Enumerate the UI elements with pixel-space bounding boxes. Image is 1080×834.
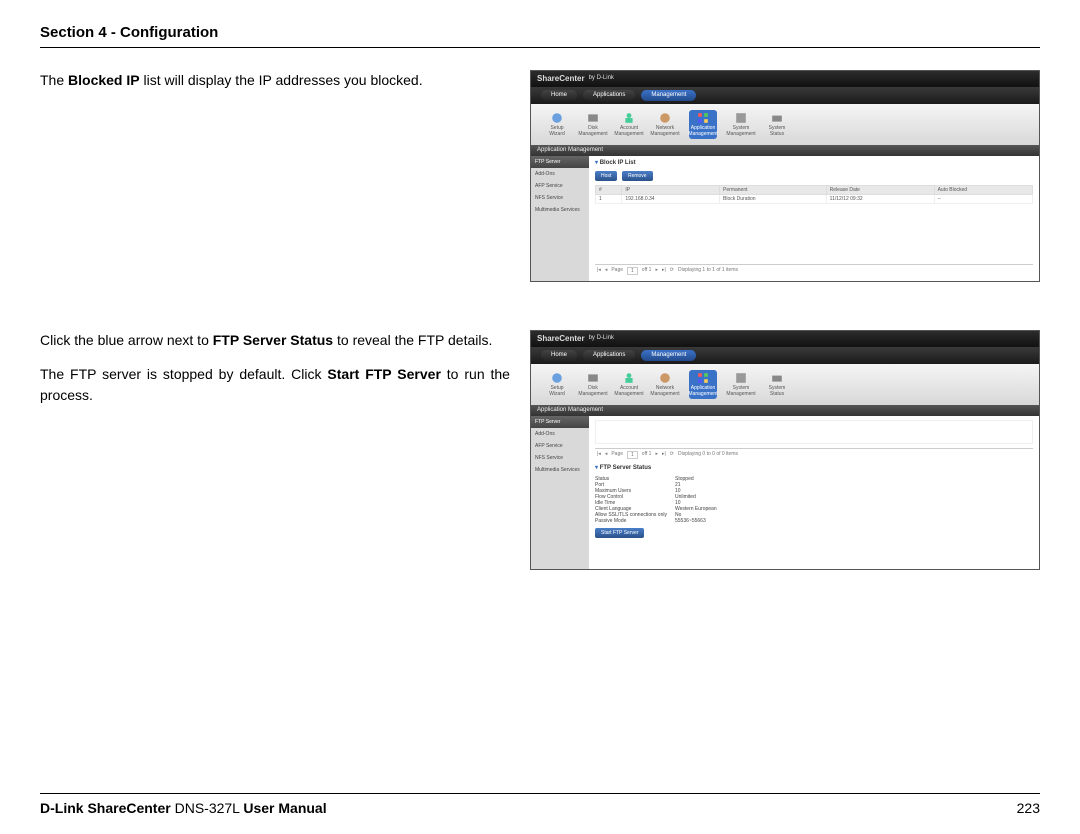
- ftp-status-box: StatusStopped Port21 Maximum Users10 Flo…: [595, 476, 1033, 524]
- icon-system-mgmt[interactable]: System Management: [729, 112, 753, 137]
- col-auto: Auto Blocked: [934, 186, 1032, 195]
- main-panel: Block IP List Host Remove # IP Permanent…: [589, 156, 1039, 281]
- pager-prev-icon[interactable]: ◂: [605, 267, 608, 275]
- sidebar-item-afp[interactable]: AFP Service: [531, 440, 589, 452]
- brand-sub: by D-Link: [589, 335, 614, 342]
- pager-first-icon[interactable]: |◂: [597, 267, 601, 275]
- text: list will display the IP addresses you b…: [140, 72, 423, 88]
- tabbar: Home Applications Management: [531, 347, 1039, 364]
- ftp-server-status-title: FTP Server Status: [595, 465, 1033, 472]
- tab-home[interactable]: Home: [541, 90, 577, 101]
- row-blocked-ip: The Blocked IP list will display the IP …: [40, 70, 1040, 282]
- tab-applications[interactable]: Applications: [583, 90, 635, 101]
- sidebar: FTP Server Add-Ons AFP Service NFS Servi…: [531, 156, 589, 281]
- bold-start-ftp: Start FTP Server: [327, 366, 440, 382]
- col-num: #: [596, 186, 622, 195]
- table-row[interactable]: 1 192.168.0.34 Block Duration 11/12/12 0…: [596, 195, 1033, 204]
- icon-account-mgmt[interactable]: Account Management: [617, 372, 641, 397]
- sidebar-item-mm[interactable]: Multimedia Services: [531, 464, 589, 476]
- host-button[interactable]: Host: [595, 171, 617, 181]
- icon-disk-mgmt[interactable]: Disk Management: [581, 112, 605, 137]
- block-ip-list-title: Block IP List: [595, 160, 1033, 167]
- sidebar-item-ftp[interactable]: FTP Server: [531, 416, 589, 428]
- tabbar: Home Applications Management: [531, 87, 1039, 104]
- screenshot-ftp-status: ShareCenter by D-Link Home Applications …: [530, 330, 1040, 570]
- col-ip: IP: [622, 186, 720, 195]
- bold-ftp-server-status: FTP Server Status: [213, 332, 333, 348]
- sidebar-item-nfs[interactable]: NFS Service: [531, 192, 589, 204]
- sidebar-item-addons[interactable]: Add-Ons: [531, 168, 589, 180]
- remove-button[interactable]: Remove: [622, 171, 653, 181]
- pager-first-icon[interactable]: |◂: [597, 451, 601, 459]
- sidebar-item-ftp[interactable]: FTP Server: [531, 156, 589, 168]
- text: The FTP server is stopped by default. Cl…: [40, 366, 327, 382]
- icon-app-mgmt[interactable]: Application Management: [689, 110, 717, 139]
- icon-setup-wizard[interactable]: Setup Wizard: [545, 372, 569, 397]
- text-ftp-status: Click the blue arrow next to FTP Server …: [40, 330, 510, 419]
- text-blocked-ip: The Blocked IP list will display the IP …: [40, 70, 510, 104]
- bold-blocked-ip: Blocked IP: [68, 72, 140, 88]
- icon-system-status[interactable]: System Status: [765, 372, 789, 397]
- pager-next-icon[interactable]: ▸: [655, 451, 658, 459]
- icon-disk-mgmt[interactable]: Disk Management: [581, 372, 605, 397]
- sidebar: FTP Server Add-Ons AFP Service NFS Servi…: [531, 416, 589, 569]
- refresh-icon[interactable]: ⟳: [670, 267, 674, 275]
- col-permanent: Permanent: [720, 186, 827, 195]
- icon-system-status[interactable]: System Status: [765, 112, 789, 137]
- pager-prev-icon[interactable]: ◂: [605, 451, 608, 459]
- sidebar-item-addons[interactable]: Add-Ons: [531, 428, 589, 440]
- pager-empty: |◂ ◂ Page 1 off 1 ▸ ▸| ⟳ Displaying 0 to…: [595, 448, 1033, 461]
- sidebar-item-nfs[interactable]: NFS Service: [531, 452, 589, 464]
- icon-strip: Setup Wizard Disk Management Account Man…: [531, 104, 1039, 145]
- icon-app-mgmt[interactable]: Application Management: [689, 370, 717, 399]
- col-release: Release Date: [826, 186, 934, 195]
- tab-management[interactable]: Management: [641, 90, 696, 101]
- pager-last-icon[interactable]: ▸|: [662, 267, 666, 275]
- icon-account-mgmt[interactable]: Account Management: [617, 112, 641, 137]
- icon-strip: Setup Wizard Disk Management Account Man…: [531, 364, 1039, 405]
- row-ftp-status: Click the blue arrow next to FTP Server …: [40, 330, 1040, 570]
- panel-title-bar: Application Management: [531, 145, 1039, 156]
- page-footer: D-Link ShareCenter DNS-327L User Manual …: [40, 793, 1040, 816]
- pager: |◂ ◂ Page 1 off 1 ▸ ▸| ⟳ Displaying 1 to…: [595, 264, 1033, 277]
- refresh-icon[interactable]: ⟳: [670, 451, 674, 459]
- footer-manual: User Manual: [243, 800, 326, 816]
- tab-applications[interactable]: Applications: [583, 350, 635, 361]
- sidebar-item-afp[interactable]: AFP Service: [531, 180, 589, 192]
- panel-title-bar: Application Management: [531, 405, 1039, 416]
- text: Click the blue arrow next to: [40, 332, 213, 348]
- section-header: Section 4 - Configuration: [40, 24, 1040, 48]
- icon-system-mgmt[interactable]: System Management: [729, 372, 753, 397]
- brand-sub: by D-Link: [589, 75, 614, 82]
- start-ftp-server-button[interactable]: Start FTP Server: [595, 528, 644, 538]
- pager-last-icon[interactable]: ▸|: [662, 451, 666, 459]
- blocked-ip-table: # IP Permanent Release Date Auto Blocked…: [595, 185, 1033, 204]
- screenshot-blocked-ip: ShareCenter by D-Link Home Applications …: [530, 70, 1040, 282]
- main-panel: |◂ ◂ Page 1 off 1 ▸ ▸| ⟳ Displaying 0 to…: [589, 416, 1039, 569]
- sidebar-item-mm[interactable]: Multimedia Services: [531, 204, 589, 216]
- text: to reveal the FTP details.: [333, 332, 492, 348]
- tab-management[interactable]: Management: [641, 350, 696, 361]
- brand-bar: ShareCenter by D-Link: [531, 331, 1039, 347]
- tab-home[interactable]: Home: [541, 350, 577, 361]
- icon-network-mgmt[interactable]: Network Management: [653, 372, 677, 397]
- footer-brand: D-Link ShareCenter: [40, 800, 175, 816]
- brand: ShareCenter: [537, 334, 585, 344]
- icon-network-mgmt[interactable]: Network Management: [653, 112, 677, 137]
- footer-model: DNS-327L: [175, 800, 244, 816]
- page-number: 223: [1017, 800, 1040, 816]
- text: The: [40, 72, 68, 88]
- pager-next-icon[interactable]: ▸: [655, 267, 658, 275]
- icon-setup-wizard[interactable]: Setup Wizard: [545, 112, 569, 137]
- brand-bar: ShareCenter by D-Link: [531, 71, 1039, 87]
- brand: ShareCenter: [537, 74, 585, 84]
